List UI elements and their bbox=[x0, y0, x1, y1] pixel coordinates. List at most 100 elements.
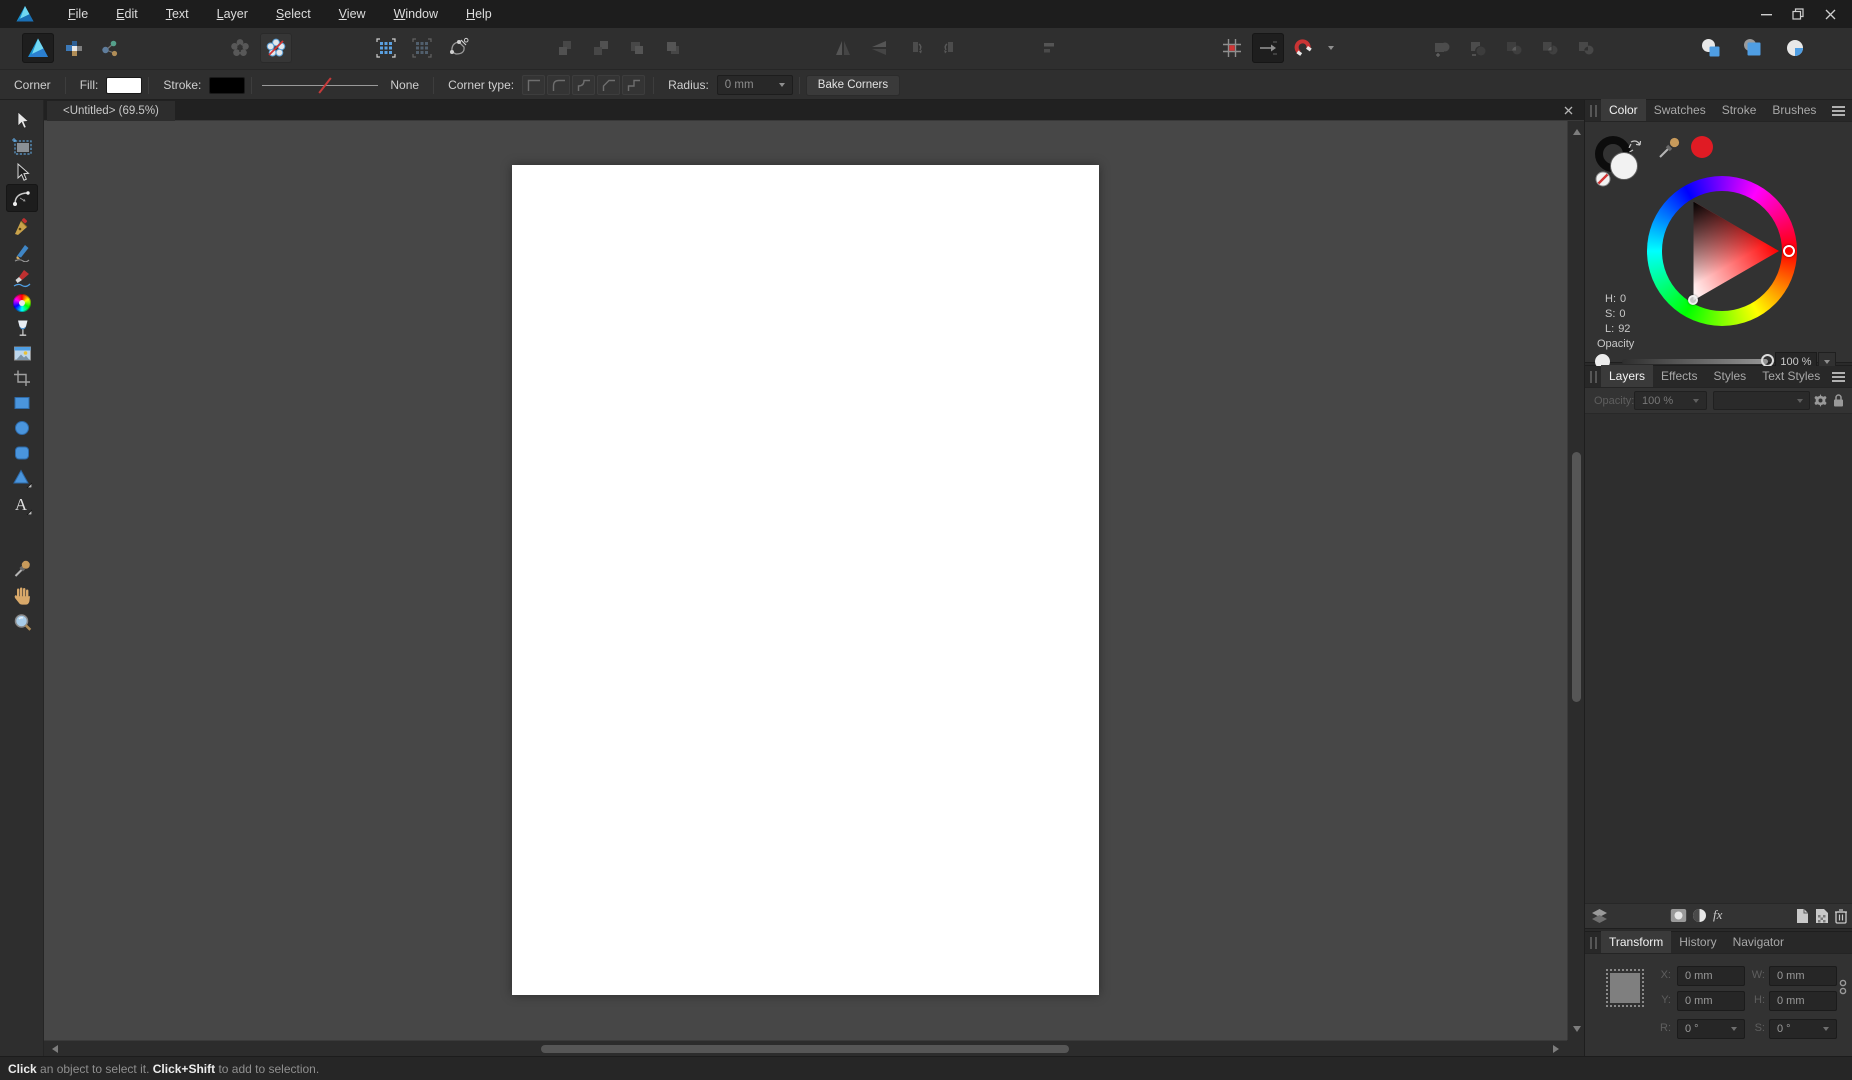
rounded-rectangle-tool[interactable] bbox=[10, 441, 34, 465]
panel-menu-icon[interactable] bbox=[1832, 372, 1845, 382]
panel-menu-icon[interactable] bbox=[1832, 106, 1845, 116]
hue-marker[interactable] bbox=[1783, 245, 1795, 257]
show-pixel-grid-button[interactable] bbox=[1216, 33, 1248, 63]
insert-target-off-button[interactable] bbox=[260, 33, 292, 63]
snap-candidates-button[interactable] bbox=[442, 33, 474, 63]
fill-color-swatch[interactable] bbox=[106, 76, 143, 94]
transform-anchor-selector[interactable] bbox=[1605, 968, 1645, 1008]
rotate-cw-button[interactable] bbox=[935, 33, 967, 63]
snap-grid-off-button[interactable] bbox=[406, 33, 438, 63]
horizontal-scroll-thumb[interactable] bbox=[541, 1045, 1069, 1053]
layers-opacity-dropdown[interactable]: 100 % bbox=[1634, 391, 1707, 410]
designer-persona-button[interactable] bbox=[22, 33, 54, 63]
menu-text[interactable]: Text bbox=[152, 0, 203, 28]
tab-color[interactable]: Color bbox=[1601, 99, 1646, 121]
delete-layer-icon[interactable] bbox=[1834, 908, 1848, 924]
artboard-tool[interactable] bbox=[10, 134, 34, 158]
scroll-up-arrow[interactable] bbox=[1573, 129, 1581, 135]
insert-inside-target-button[interactable] bbox=[1734, 33, 1772, 63]
tab-transform[interactable]: Transform bbox=[1601, 931, 1672, 953]
document-page[interactable] bbox=[512, 165, 1099, 995]
corner-type-none-button[interactable] bbox=[522, 75, 546, 95]
view-tool[interactable] bbox=[10, 583, 34, 607]
radius-input[interactable]: 0 mm bbox=[716, 75, 793, 95]
saturation-lightness-marker[interactable] bbox=[1688, 295, 1698, 305]
flip-vertical-button[interactable] bbox=[863, 33, 895, 63]
restore-button[interactable] bbox=[1782, 0, 1814, 28]
corner-type-straight-button[interactable] bbox=[597, 75, 621, 95]
panel-grip-icon[interactable] bbox=[1590, 105, 1597, 117]
panel-grip-icon[interactable] bbox=[1590, 937, 1597, 949]
stroke-color-swatch[interactable] bbox=[209, 76, 246, 94]
close-button[interactable] bbox=[1814, 0, 1846, 28]
menu-layer[interactable]: Layer bbox=[203, 0, 262, 28]
snap-grid-on-button[interactable] bbox=[370, 33, 402, 63]
fx-layer-icon[interactable]: fx bbox=[1713, 907, 1722, 923]
vertical-scrollbar[interactable] bbox=[1567, 121, 1584, 1040]
color-picker-icon[interactable] bbox=[1657, 134, 1683, 160]
alignment-button[interactable] bbox=[1034, 33, 1066, 63]
flip-horizontal-button[interactable] bbox=[827, 33, 859, 63]
picked-color-swatch[interactable] bbox=[1691, 136, 1713, 158]
link-dimensions-icon[interactable] bbox=[1838, 978, 1848, 998]
layers-stack-icon[interactable] bbox=[1591, 908, 1608, 925]
ellipse-tool[interactable] bbox=[10, 416, 34, 440]
corner-type-cutout-button[interactable] bbox=[622, 75, 646, 95]
zoom-tool[interactable] bbox=[10, 610, 34, 634]
tab-stroke[interactable]: Stroke bbox=[1714, 99, 1765, 121]
transparency-tool[interactable] bbox=[10, 316, 34, 340]
pen-tool[interactable] bbox=[10, 215, 34, 239]
corner-type-concave-button[interactable] bbox=[572, 75, 596, 95]
tab-styles[interactable]: Styles bbox=[1706, 365, 1755, 387]
snapping-magnet-button[interactable] bbox=[1288, 33, 1320, 63]
blend-options-gear-icon[interactable] bbox=[1813, 393, 1828, 408]
insert-on-top-button[interactable] bbox=[1776, 33, 1814, 63]
pencil-tool[interactable] bbox=[10, 240, 34, 264]
artistic-text-tool[interactable]: A bbox=[10, 493, 34, 517]
rotate-ccw-button[interactable] bbox=[899, 33, 931, 63]
w-input[interactable]: 0 mm bbox=[1769, 966, 1837, 986]
adjustment-layer-icon[interactable] bbox=[1692, 908, 1707, 923]
opacity-slider[interactable] bbox=[1622, 354, 1774, 367]
vector-crop-tool[interactable] bbox=[10, 366, 34, 390]
panel-grip-icon[interactable] bbox=[1590, 371, 1597, 383]
triangle-tool[interactable] bbox=[10, 466, 34, 490]
boolean-subtract-button[interactable] bbox=[1462, 33, 1494, 63]
h-input[interactable]: 0 mm bbox=[1769, 991, 1837, 1011]
boolean-divide-button[interactable] bbox=[1534, 33, 1566, 63]
node-tool[interactable] bbox=[10, 160, 34, 184]
menu-help[interactable]: Help bbox=[452, 0, 506, 28]
insert-behind-button[interactable] bbox=[1692, 33, 1730, 63]
menu-select[interactable]: Select bbox=[262, 0, 325, 28]
bake-corners-button[interactable]: Bake Corners bbox=[805, 74, 901, 96]
scroll-down-arrow[interactable] bbox=[1573, 1026, 1581, 1032]
lock-icon[interactable] bbox=[1832, 393, 1845, 408]
canvas-viewport[interactable] bbox=[44, 121, 1567, 1040]
no-color-icon[interactable] bbox=[1595, 171, 1611, 187]
scroll-right-arrow[interactable] bbox=[1553, 1045, 1559, 1053]
fill-tool[interactable] bbox=[10, 291, 34, 315]
arrange-1-button[interactable] bbox=[549, 33, 581, 63]
corner-tool[interactable] bbox=[6, 184, 38, 212]
vertical-scroll-thumb[interactable] bbox=[1572, 452, 1581, 702]
swap-fill-stroke-icon[interactable] bbox=[1628, 140, 1642, 153]
saturation-lightness-triangle[interactable] bbox=[1662, 191, 1782, 311]
horizontal-scrollbar[interactable] bbox=[44, 1040, 1567, 1056]
tab-navigator[interactable]: Navigator bbox=[1725, 931, 1792, 953]
color-wheel[interactable] bbox=[1647, 176, 1797, 326]
duplicate-layer-icon[interactable] bbox=[1814, 908, 1829, 924]
r-input[interactable]: 0 ° bbox=[1677, 1019, 1745, 1039]
menu-file[interactable]: File bbox=[54, 0, 102, 28]
boolean-combine-button[interactable] bbox=[1570, 33, 1602, 63]
x-input[interactable]: 0 mm bbox=[1677, 966, 1745, 986]
blend-mode-dropdown[interactable] bbox=[1713, 391, 1810, 410]
menu-view[interactable]: View bbox=[325, 0, 380, 28]
place-image-tool[interactable] bbox=[10, 341, 34, 365]
insert-inside-button[interactable] bbox=[224, 33, 256, 63]
vector-brush-tool[interactable] bbox=[10, 266, 34, 290]
move-by-whole-pixels-button[interactable] bbox=[1252, 33, 1284, 63]
scroll-left-arrow[interactable] bbox=[52, 1045, 58, 1053]
stroke-style-widget[interactable] bbox=[262, 76, 379, 94]
boolean-intersect-button[interactable] bbox=[1498, 33, 1530, 63]
tab-layers[interactable]: Layers bbox=[1601, 365, 1654, 387]
